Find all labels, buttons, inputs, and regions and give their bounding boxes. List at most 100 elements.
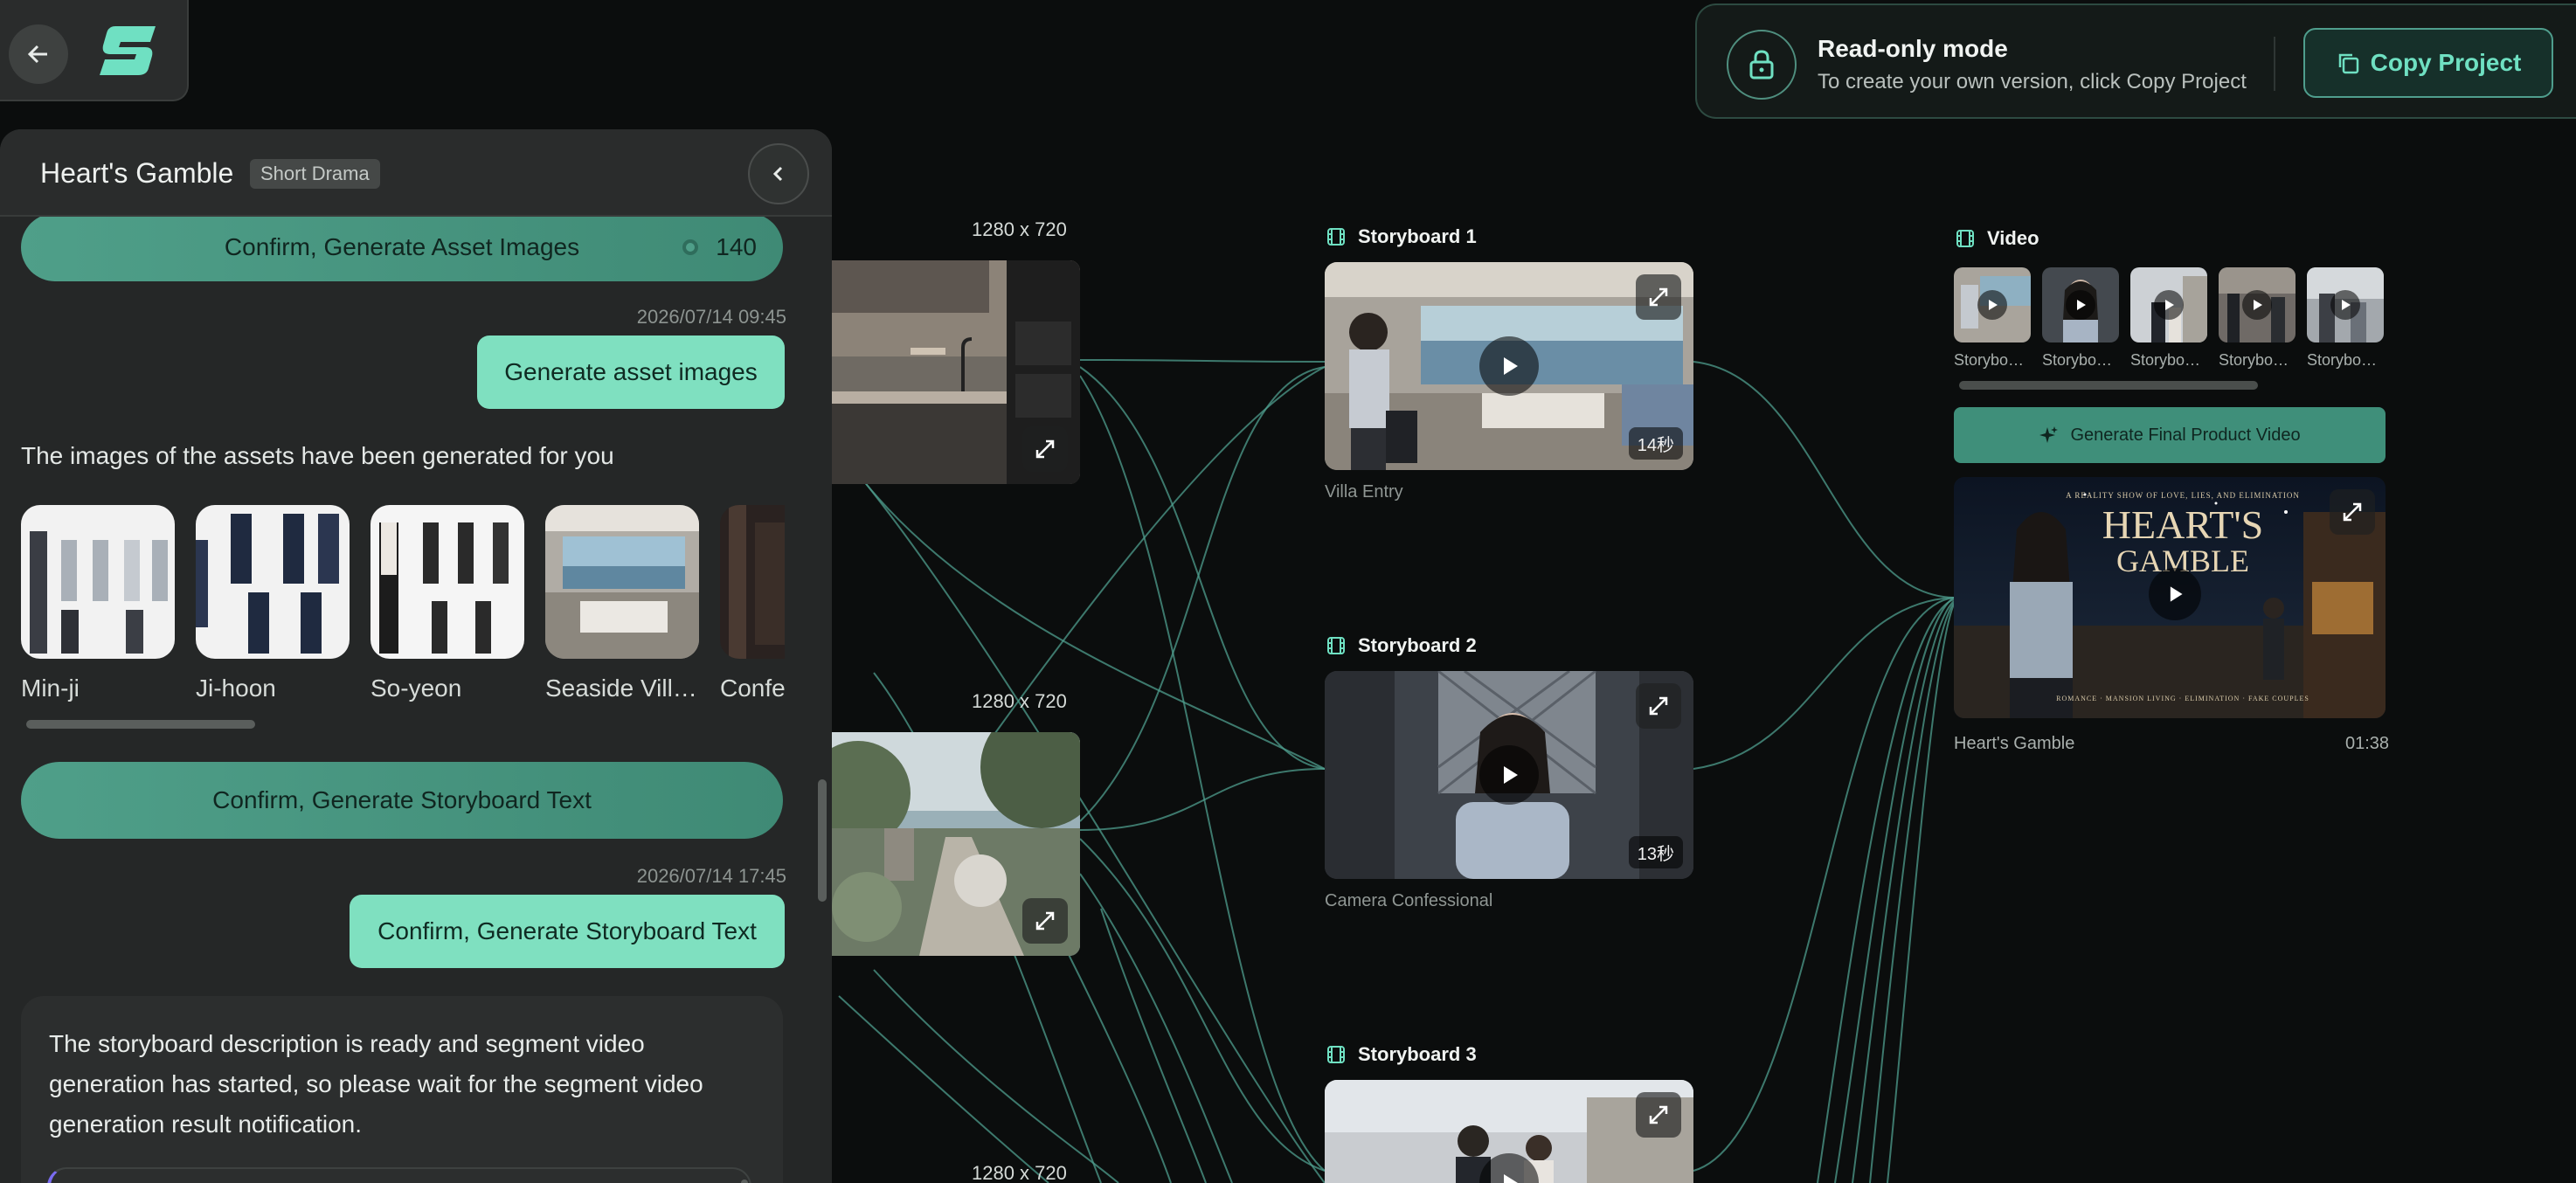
image-node-garden[interactable] bbox=[832, 732, 1080, 956]
expand-icon[interactable] bbox=[1636, 1092, 1681, 1138]
poster-title-line1: HEART'S bbox=[2102, 502, 2263, 547]
film-icon bbox=[1327, 1046, 1345, 1063]
expand-icon[interactable] bbox=[1022, 426, 1068, 472]
asset-thumb-so-yeon[interactable] bbox=[370, 505, 524, 659]
expand-icon[interactable] bbox=[1022, 898, 1068, 944]
wire bbox=[855, 471, 1326, 770]
chevron-left-icon bbox=[772, 166, 783, 182]
play-icon[interactable] bbox=[2154, 290, 2184, 320]
wire bbox=[1079, 359, 1326, 363]
video-segment-label: Storyboa… bbox=[2042, 351, 2119, 369]
storyboard-2-video[interactable]: 13秒 bbox=[1325, 671, 1693, 879]
wire bbox=[1817, 598, 1955, 1183]
sparkle-icon bbox=[2039, 426, 2059, 443]
back-button[interactable] bbox=[9, 24, 68, 84]
final-video-player[interactable]: A REALITY SHOW OF LOVE, LIES, AND ELIMIN… bbox=[1954, 477, 2386, 718]
storyboard-2-caption: Camera Confessional bbox=[1325, 891, 1493, 910]
confirm-generate-assets-button[interactable]: Confirm, Generate Asset Images 140 bbox=[21, 213, 783, 281]
wire bbox=[1079, 366, 1326, 770]
storyboard-3-title: Storyboard 3 bbox=[1326, 1043, 1477, 1066]
project-type-tag: Short Drama bbox=[250, 159, 380, 189]
credit-cost: 140 bbox=[681, 233, 757, 261]
asset-label: Ji-hoon bbox=[196, 675, 276, 702]
assistant-message: The images of the assets have been gener… bbox=[21, 442, 614, 469]
video-segment-thumb[interactable] bbox=[1954, 267, 2031, 342]
assistant-message: The storyboard description is ready and … bbox=[49, 1030, 703, 1138]
chat-scrollbar[interactable] bbox=[818, 779, 827, 902]
panel-header: Heart's Gamble Short Drama bbox=[0, 129, 832, 217]
asset-label: So-yeon bbox=[370, 675, 462, 702]
storyboard-3-video[interactable] bbox=[1325, 1080, 1693, 1183]
video-segment-thumb[interactable] bbox=[2307, 267, 2384, 342]
chat-panel: Confirm, Generate Asset Images 140 2026/… bbox=[0, 129, 832, 1183]
asset-label: Min-ji bbox=[21, 675, 80, 702]
play-icon[interactable] bbox=[2330, 290, 2360, 320]
app-header bbox=[0, 0, 189, 101]
project-title: Heart's Gamble bbox=[40, 157, 234, 189]
wire bbox=[1869, 602, 1955, 1183]
inner-scrollbar[interactable] bbox=[741, 1180, 748, 1183]
coin-icon bbox=[682, 239, 699, 255]
message-timestamp: 2026/07/14 17:45 bbox=[636, 865, 786, 887]
film-icon bbox=[1327, 637, 1345, 654]
duration-badge: 13秒 bbox=[1628, 836, 1683, 868]
wire bbox=[1100, 908, 1207, 1183]
confirm-generate-storyboard-button[interactable]: Confirm, Generate Storyboard Text bbox=[21, 762, 783, 839]
image-node-dimensions: 1280 x 720 bbox=[972, 1162, 1067, 1183]
wire bbox=[838, 995, 1049, 1183]
asset-label: Confe bbox=[720, 675, 785, 702]
image-node-dimensions: 1280 x 720 bbox=[972, 690, 1067, 712]
collapse-panel-button[interactable] bbox=[748, 143, 809, 204]
expand-icon[interactable] bbox=[1636, 683, 1681, 729]
video-node-title: Video bbox=[1956, 227, 2039, 250]
video-segment-label: Storyboa… bbox=[1954, 351, 2031, 369]
workflow-canvas[interactable]: 1280 x 720 1280 x 720 1280 x 720 Storybo… bbox=[0, 0, 2576, 1183]
final-video-title: Heart's Gamble bbox=[1954, 734, 2075, 753]
video-segment-thumb[interactable] bbox=[2130, 267, 2207, 342]
wire bbox=[1079, 768, 1326, 831]
app-logo bbox=[100, 26, 156, 75]
assistant-message-card: The storyboard description is ready and … bbox=[21, 996, 783, 1183]
divider bbox=[2274, 37, 2275, 91]
asset-thumb-ji-hoon[interactable] bbox=[196, 505, 350, 659]
video-segment-label: Storyboa… bbox=[2130, 351, 2207, 369]
copy-icon bbox=[2338, 53, 2358, 74]
progress-card bbox=[47, 1167, 751, 1183]
storyboard-1-caption: Villa Entry bbox=[1325, 482, 1403, 502]
image-node-kitchen[interactable] bbox=[832, 260, 1080, 484]
play-icon[interactable] bbox=[2066, 290, 2095, 320]
read-only-banner: Read-only mode To create your own versio… bbox=[1695, 3, 2576, 119]
play-icon[interactable] bbox=[1977, 290, 2007, 320]
wire bbox=[1834, 597, 1955, 1183]
final-video-duration: 01:38 bbox=[2345, 734, 2390, 753]
generate-final-video-button[interactable]: Generate Final Product Video bbox=[1954, 407, 2386, 463]
poster-tagline: A REALITY SHOW OF LOVE, LIES, AND ELIMIN… bbox=[2066, 491, 2300, 500]
video-segment-thumb[interactable] bbox=[2219, 267, 2296, 342]
asset-thumb-confessional[interactable] bbox=[720, 505, 785, 659]
expand-icon[interactable] bbox=[2330, 489, 2375, 535]
play-icon[interactable] bbox=[1479, 745, 1539, 805]
wire bbox=[1693, 361, 1955, 598]
image-node-dimensions: 1280 x 720 bbox=[972, 218, 1067, 240]
play-icon[interactable] bbox=[1479, 336, 1539, 396]
wire bbox=[1079, 375, 1326, 1172]
film-icon bbox=[1956, 230, 1974, 247]
asset-thumb-min-ji[interactable] bbox=[21, 505, 175, 659]
video-segment-thumb[interactable] bbox=[2042, 267, 2119, 342]
storyboard-2-title: Storyboard 2 bbox=[1326, 634, 1477, 657]
copy-project-button[interactable]: Copy Project bbox=[2303, 28, 2553, 98]
message-timestamp: 2026/07/14 09:45 bbox=[636, 306, 786, 328]
play-icon[interactable] bbox=[2242, 290, 2272, 320]
expand-icon[interactable] bbox=[1636, 274, 1681, 320]
duration-badge: 14秒 bbox=[1628, 427, 1683, 460]
wire bbox=[1079, 838, 1326, 1172]
asset-thumb-seaside-villa[interactable] bbox=[545, 505, 699, 659]
play-icon[interactable] bbox=[2149, 568, 2201, 620]
read-only-subtitle: To create your own version, click Copy P… bbox=[1818, 70, 2247, 93]
poster-bottom-line: ROMANCE · MANSION LIVING · ELIMINATION ·… bbox=[2056, 695, 2309, 702]
storyboard-1-video[interactable]: 14秒 bbox=[1325, 262, 1693, 470]
video-segment-label: Storyboa… bbox=[2219, 351, 2296, 369]
assets-scrollbar[interactable] bbox=[26, 720, 255, 729]
arrow-left-icon bbox=[27, 45, 47, 64]
video-thumbs-scrollbar[interactable] bbox=[1959, 381, 2258, 390]
